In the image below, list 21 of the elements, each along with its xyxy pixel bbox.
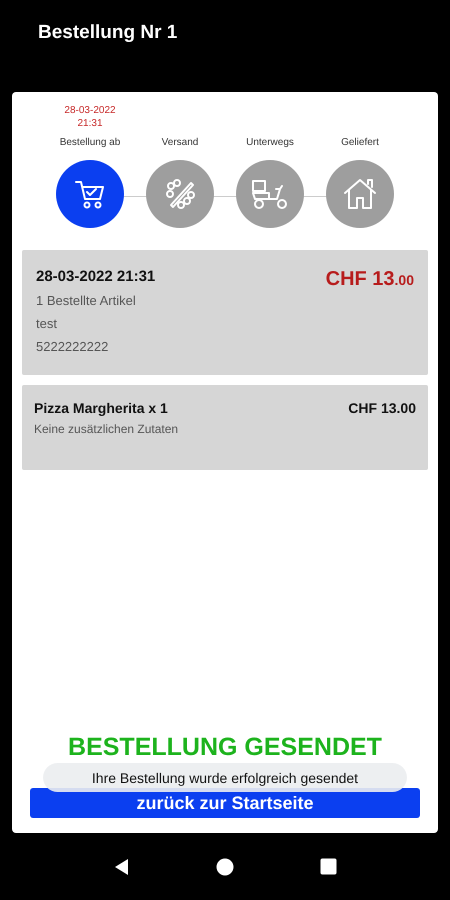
page-title: Bestellung Nr 1: [38, 22, 178, 44]
order-datetime: 28-03-2022 21:31: [36, 268, 156, 285]
scooter-icon: [250, 177, 290, 211]
step-label: Unterwegs: [246, 137, 294, 148]
order-detail: test: [36, 316, 58, 331]
back-icon[interactable]: [112, 858, 131, 876]
item-name: Pizza Margherita x 1: [34, 400, 168, 416]
home-icon[interactable]: [216, 858, 234, 876]
step-label: Bestellung ab: [60, 137, 120, 148]
toast: Ihre Bestellung wurde erfolgreich gesendet: [43, 763, 407, 792]
order-total: CHF 13.00: [326, 268, 414, 292]
house-icon: [342, 177, 378, 211]
step-label: Versand: [162, 137, 198, 148]
order-detail: 5222222222: [36, 339, 110, 354]
recents-icon[interactable]: [320, 858, 338, 875]
order-detail: 1 Bestellte Artikel: [36, 293, 137, 308]
step-date: 28-03-2022 21:31: [64, 105, 116, 129]
item-price: CHF 13.00: [348, 400, 416, 416]
status-heading: BESTELLUNG GESENDET: [68, 733, 382, 762]
step-label: Geliefert: [341, 137, 379, 148]
item-note: Keine zusätzlichen Zutaten: [34, 422, 180, 436]
